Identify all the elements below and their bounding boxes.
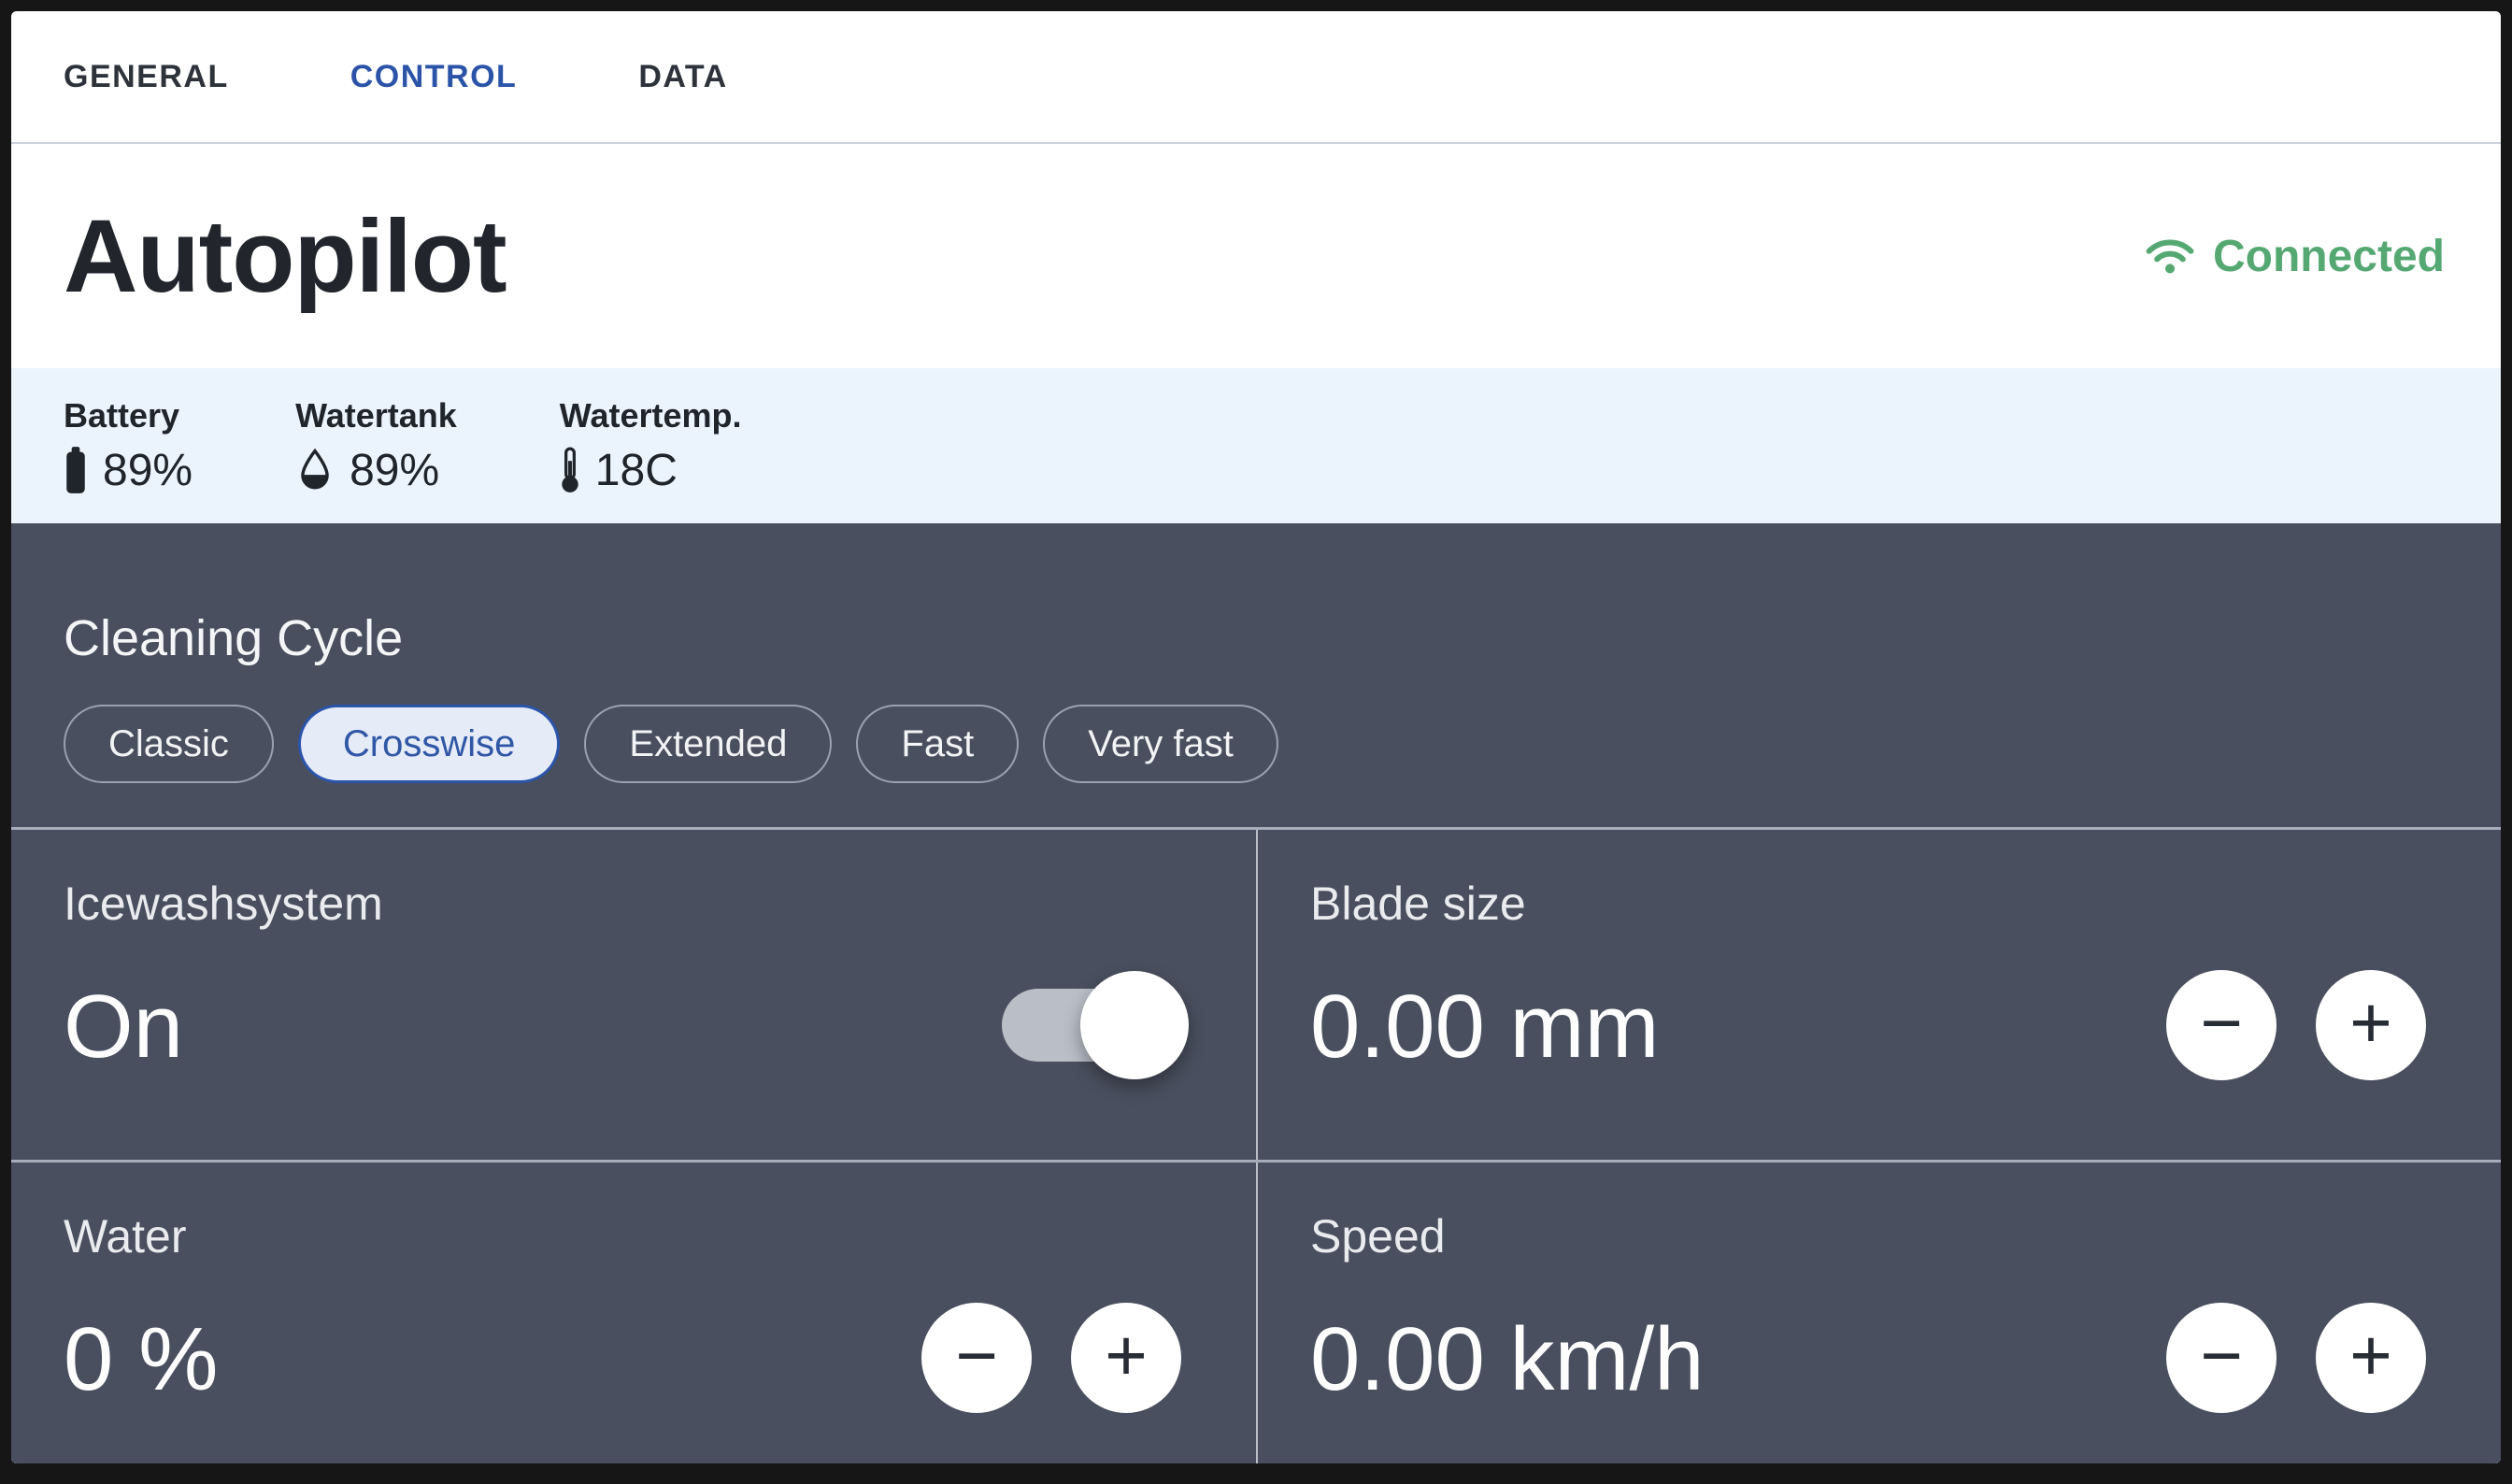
blade-size-label: Blade size bbox=[1310, 878, 2419, 930]
minus-icon: − bbox=[2200, 986, 2243, 1059]
speed-decrease-button[interactable]: − bbox=[2166, 1303, 2276, 1413]
page-title: Autopilot bbox=[64, 197, 507, 316]
icewash-toggle[interactable] bbox=[1002, 989, 1181, 1062]
cleaning-cycle-title: Cleaning Cycle bbox=[64, 609, 2448, 667]
stat-watertemp-label: Watertemp. bbox=[560, 396, 742, 435]
tab-bar: GENERAL CONTROL DATA bbox=[11, 11, 2501, 144]
speed-increase-button[interactable]: + bbox=[2316, 1303, 2426, 1413]
stat-watertemp: Watertemp. 18C bbox=[560, 396, 742, 496]
blade-size-cell: Blade size 0.00 mm − + bbox=[1256, 830, 2501, 1160]
stat-watertemp-value: 18C bbox=[595, 445, 678, 496]
stat-battery: Battery 89% bbox=[64, 396, 193, 496]
stat-battery-label: Battery bbox=[64, 396, 193, 435]
status-bar: Battery 89% Watertank bbox=[11, 368, 2501, 523]
battery-icon bbox=[64, 447, 88, 493]
control-panel: Cleaning Cycle Classic Crosswise Extende… bbox=[11, 523, 2501, 1463]
cycle-option-fast[interactable]: Fast bbox=[856, 705, 1019, 783]
blade-size-decrease-button[interactable]: − bbox=[2166, 970, 2276, 1080]
stat-watertank: Watertank 89% bbox=[295, 396, 457, 496]
icewash-cell: Icewashsystem On bbox=[11, 830, 1256, 1160]
wifi-icon bbox=[2144, 236, 2196, 276]
connection-status-label: Connected bbox=[2213, 231, 2445, 282]
droplet-icon bbox=[295, 447, 335, 493]
thermometer-icon bbox=[560, 447, 580, 493]
cycle-option-classic[interactable]: Classic bbox=[64, 705, 274, 783]
stat-watertank-label: Watertank bbox=[295, 396, 457, 435]
minus-icon: − bbox=[955, 1319, 998, 1391]
cycle-option-extended[interactable]: Extended bbox=[584, 705, 832, 783]
cleaning-cycle-options: Classic Crosswise Extended Fast Very fas… bbox=[64, 705, 2448, 783]
icewash-label: Icewashsystem bbox=[64, 878, 1174, 930]
minus-icon: − bbox=[2200, 1319, 2243, 1391]
water-cell: Water 0 % − + bbox=[11, 1163, 1256, 1463]
speed-label: Speed bbox=[1310, 1211, 2419, 1263]
stat-watertank-value: 89% bbox=[350, 445, 439, 496]
page-header: Autopilot Connected bbox=[11, 144, 2501, 368]
app-window: GENERAL CONTROL DATA Autopilot Connected… bbox=[11, 11, 2501, 1463]
water-decrease-button[interactable]: − bbox=[921, 1303, 1032, 1413]
plus-icon: + bbox=[2349, 986, 2392, 1059]
cycle-option-very-fast[interactable]: Very fast bbox=[1043, 705, 1278, 783]
controls-grid: Icewashsystem On Blade size 0.00 mm − bbox=[11, 827, 2501, 1463]
blade-size-increase-button[interactable]: + bbox=[2316, 970, 2426, 1080]
cleaning-cycle-section: Cleaning Cycle Classic Crosswise Extende… bbox=[11, 523, 2501, 827]
cycle-option-crosswise[interactable]: Crosswise bbox=[298, 705, 560, 783]
water-label: Water bbox=[64, 1211, 1174, 1263]
speed-cell: Speed 0.00 km/h − + bbox=[1256, 1163, 2501, 1463]
tab-data[interactable]: DATA bbox=[638, 59, 727, 95]
stat-battery-value: 89% bbox=[103, 445, 193, 496]
toggle-knob bbox=[1080, 971, 1189, 1079]
tab-general[interactable]: GENERAL bbox=[64, 59, 229, 95]
plus-icon: + bbox=[2349, 1319, 2392, 1391]
plus-icon: + bbox=[1105, 1319, 1148, 1391]
tab-control[interactable]: CONTROL bbox=[350, 59, 518, 95]
water-increase-button[interactable]: + bbox=[1071, 1303, 1181, 1413]
connection-status: Connected bbox=[2144, 231, 2445, 282]
